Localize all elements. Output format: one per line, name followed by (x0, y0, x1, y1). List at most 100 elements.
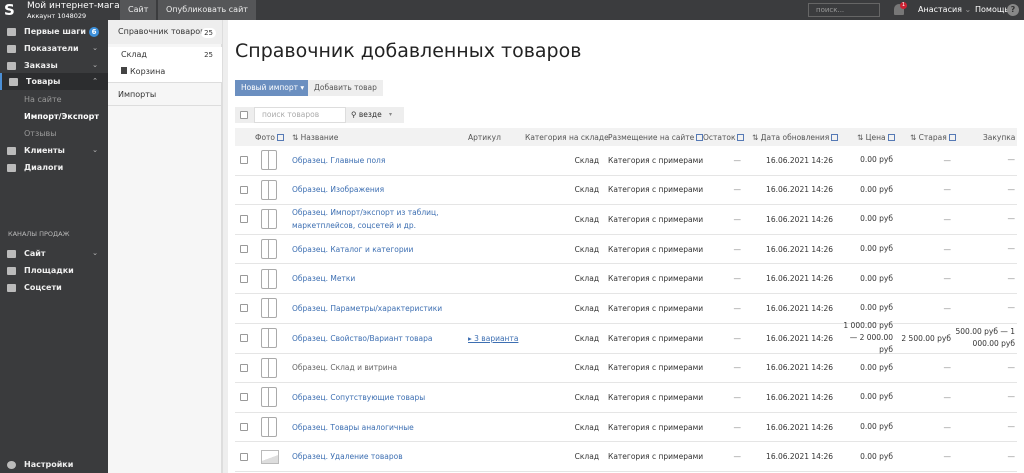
col-label: Размещение на сайте (608, 132, 695, 142)
sidebar-sub-on-site[interactable]: На сайте (24, 95, 62, 104)
panel-trash[interactable]: Корзина (108, 63, 222, 83)
row-checkbox[interactable] (240, 393, 248, 402)
product-photo[interactable] (261, 264, 277, 293)
product-photo[interactable] (261, 176, 277, 205)
row-checkbox-cell (240, 413, 248, 442)
product-photo[interactable] (261, 442, 279, 471)
row-checkbox[interactable] (240, 363, 248, 372)
help-link[interactable]: Помощь (975, 5, 1009, 14)
product-photo[interactable] (261, 413, 277, 442)
product-name-link[interactable]: Образец. Главные поля (292, 146, 462, 175)
category-cell: Склад (574, 155, 599, 165)
stock-cell: — (733, 274, 742, 284)
filter-icon[interactable] (277, 133, 285, 141)
product-name-link[interactable]: Образец. Свойство/Вариант товара (292, 324, 462, 353)
price-cell: 0.00 руб (860, 184, 893, 194)
search-input[interactable]: поиск... (808, 3, 880, 17)
help-icon[interactable]: ? (1007, 4, 1019, 16)
col-name[interactable]: ⇅ Название (292, 128, 338, 146)
filter-icon[interactable] (831, 133, 839, 141)
row-checkbox[interactable] (240, 185, 248, 194)
gear-icon (7, 461, 16, 469)
col-purchase[interactable]: Закупка (983, 128, 1015, 146)
col-price[interactable]: ⇅ Цена (857, 128, 895, 146)
filter-icon[interactable] (948, 133, 956, 141)
row-checkbox[interactable] (240, 334, 248, 343)
publish-site-button[interactable]: Опубликовать сайт (158, 0, 256, 20)
product-photo[interactable] (261, 235, 277, 264)
filter-icon[interactable] (737, 133, 745, 141)
product-name-link[interactable]: Образец. Изображения (292, 176, 462, 205)
sort-icon: ⇅ (857, 132, 866, 142)
scope-caret-icon[interactable]: ▾ (389, 107, 392, 123)
col-placement[interactable]: Размещение на сайте (608, 128, 704, 146)
date-cell: 16.06.2021 14:26 (766, 214, 833, 224)
product-photo[interactable] (261, 294, 277, 323)
panel-catalog[interactable]: Справочник товаров 25 (108, 20, 222, 44)
purchase-cell: — (1007, 392, 1016, 402)
col-category[interactable]: Категория на складе (525, 128, 609, 146)
product-photo[interactable] (261, 354, 277, 383)
col-stock[interactable]: Остаток (703, 128, 745, 146)
filter-icon[interactable] (887, 133, 895, 141)
sidebar-item-label: Товары (26, 77, 61, 86)
row-checkbox[interactable] (240, 304, 248, 313)
product-photo[interactable] (261, 324, 277, 353)
row-checkbox[interactable] (240, 245, 248, 254)
row-checkbox[interactable] (240, 423, 248, 432)
old-price-cell: — (943, 392, 952, 402)
col-date[interactable]: ⇅ Дата обновления (752, 128, 839, 146)
old-price-cell: 2 500.00 руб (901, 333, 951, 343)
sidebar-item-clients[interactable]: Клиенты ⌄ (0, 142, 108, 159)
product-name-link[interactable]: Образец. Параметры/характеристики (292, 294, 462, 323)
select-all-checkbox[interactable] (240, 111, 248, 119)
product-name-link[interactable]: Образец. Сопутствующие товары (292, 383, 462, 412)
category-cell: Склад (574, 274, 599, 284)
sidebar-item-marketplaces[interactable]: Площадки (0, 262, 108, 279)
sidebar-item-orders[interactable]: Заказы ⌄ (0, 57, 108, 74)
row-checkbox[interactable] (240, 452, 248, 461)
row-checkbox-cell (240, 146, 248, 175)
product-photo[interactable] (261, 146, 277, 175)
new-import-button[interactable]: Новый импорт ▾ (235, 80, 311, 96)
chevron-down-icon: ⌄ (964, 5, 972, 14)
sidebar-item-settings[interactable]: Настройки (0, 456, 108, 473)
sidebar-item-first-steps[interactable]: Первые шаги 6 (0, 23, 108, 40)
scope-dropdown[interactable]: ⚲ везде (351, 107, 382, 123)
chevron-down-icon: ⌄ (92, 44, 98, 52)
row-checkbox[interactable] (240, 156, 248, 165)
panel-imports[interactable]: Импорты (108, 83, 222, 106)
col-article[interactable]: Артикул (468, 128, 501, 146)
sidebar-item-stats[interactable]: Показатели ⌄ (0, 40, 108, 57)
sidebar-sub-import-export[interactable]: Импорт/Экспорт (24, 112, 99, 121)
product-name-link[interactable]: Образец. Каталог и категории (292, 235, 462, 264)
add-product-button[interactable]: Добавить товар (308, 80, 383, 96)
sidebar-sub-reviews[interactable]: Отзывы (24, 129, 57, 138)
panel-warehouse[interactable]: Склад 25 (108, 47, 222, 63)
product-photo[interactable] (261, 205, 277, 234)
product-name-link[interactable]: Образец. Товары аналогичные (292, 413, 462, 442)
row-checkbox-cell (240, 235, 248, 264)
product-photo[interactable] (261, 383, 277, 412)
row-checkbox[interactable] (240, 215, 248, 224)
sidebar-item-products[interactable]: Товары ⌃ (0, 73, 108, 90)
col-photo[interactable]: Фото (255, 128, 285, 146)
product-name-link[interactable]: Образец. Импорт/экспорт из таблиц, марке… (292, 205, 462, 234)
product-search-input[interactable]: поиск товаров (254, 107, 346, 123)
scrollbar[interactable] (222, 20, 228, 473)
sidebar-item-site[interactable]: Сайт ⌄ (0, 245, 108, 262)
user-menu[interactable]: Анастасия ⌄ (918, 5, 971, 14)
placement-cell: Категория с примерами (608, 392, 704, 402)
col-old-price[interactable]: ⇅ Старая (910, 128, 956, 146)
bolt-icon (7, 28, 16, 36)
row-checkbox-cell (240, 205, 248, 234)
sidebar-item-social[interactable]: Соцсети (0, 279, 108, 296)
sidebar-item-dialogs[interactable]: Диалоги (0, 159, 108, 176)
product-name-link[interactable]: Образец. Удаление товаров (292, 442, 462, 471)
row-checkbox[interactable] (240, 274, 248, 283)
variants-link[interactable]: ▸ 3 варианта (468, 324, 518, 353)
site-button[interactable]: Сайт (120, 0, 157, 20)
product-name-link[interactable]: Образец. Метки (292, 264, 462, 293)
stock-cell: — (733, 244, 742, 254)
product-name-link[interactable]: Образец. Склад и витрина (292, 354, 462, 383)
